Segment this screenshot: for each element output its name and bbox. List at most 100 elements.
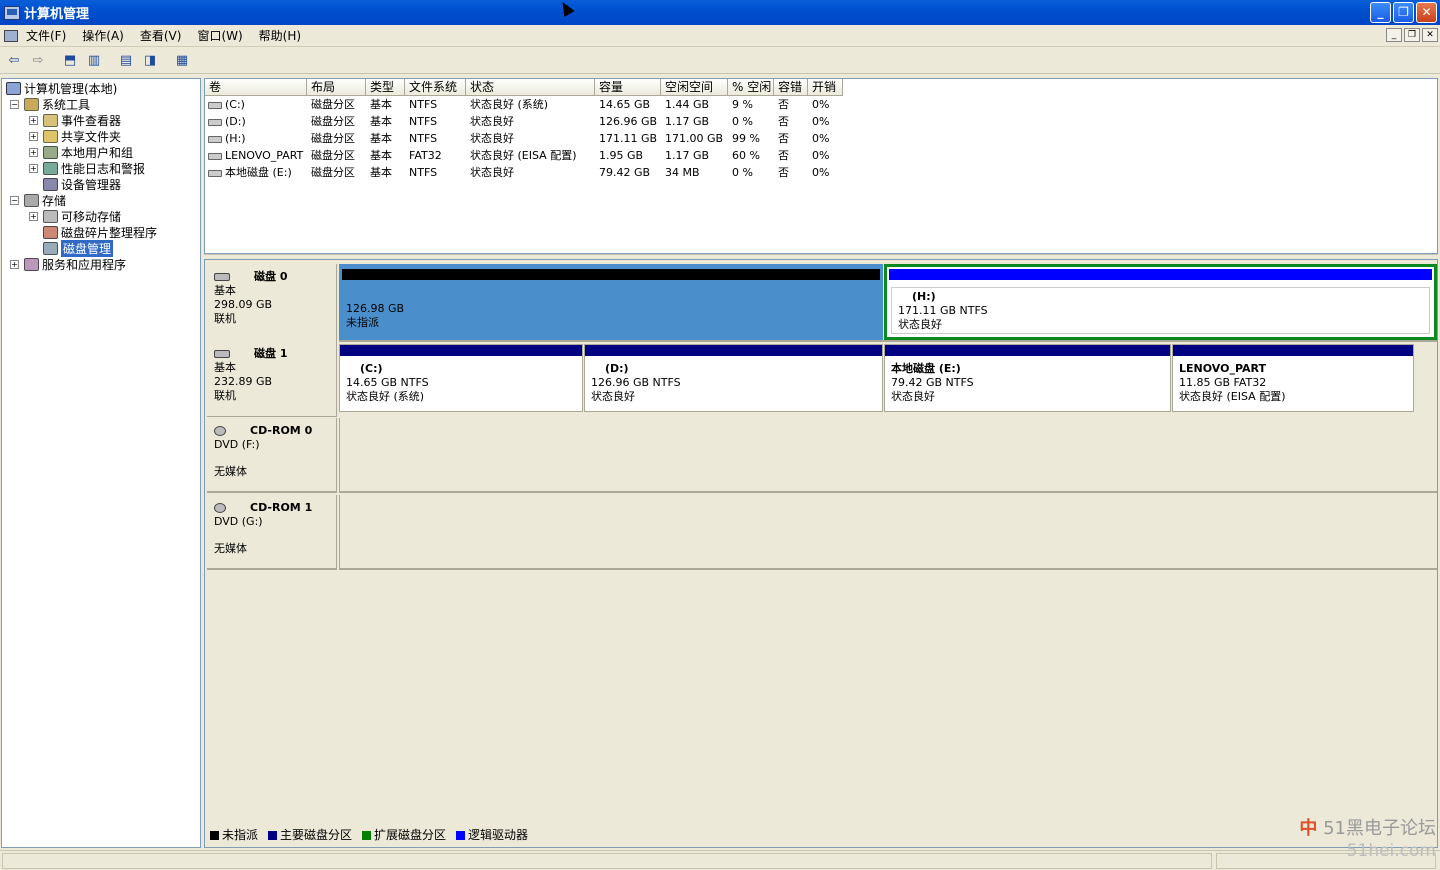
column-header-pct-free[interactable]: % 空闲	[728, 79, 774, 96]
cdrom0-label[interactable]: CD-ROM 0 DVD (F:) 无媒体	[207, 418, 337, 493]
volume-cell-status: 状态良好 (EISA 配置)	[466, 147, 595, 164]
volume-cell-pct: 9 %	[728, 96, 774, 113]
title-bar[interactable]: 计算机管理 _ ❐ ✕	[0, 0, 1440, 25]
tree-perf-logs[interactable]: 性能日志和警报	[43, 160, 145, 176]
collapse-system-tools-icon[interactable]: −	[10, 100, 19, 109]
back-arrow-icon[interactable]: ⇦	[4, 51, 24, 71]
collapse-storage-icon[interactable]: −	[10, 196, 19, 205]
tree-device-manager[interactable]: 设备管理器	[43, 176, 121, 192]
cdrom1-label[interactable]: CD-ROM 1 DVD (G:) 无媒体	[207, 495, 337, 570]
minimize-button[interactable]: _	[1370, 2, 1391, 23]
mdi-system-icon[interactable]	[4, 29, 18, 42]
tree-system-tools[interactable]: 系统工具	[24, 96, 90, 112]
volume-cell-type: 基本	[366, 147, 405, 164]
expand-removable-icon[interactable]: +	[29, 212, 38, 221]
tree-services-label: 服务和应用程序	[42, 257, 127, 272]
disk1-label[interactable]: 磁盘 1 基本 232.89 GB 联机	[207, 341, 337, 417]
legend-swatch	[456, 830, 466, 840]
partition-color-bar	[340, 345, 582, 356]
close-button[interactable]: ✕	[1416, 2, 1437, 23]
menu-window[interactable]: 窗口(W)	[197, 27, 242, 44]
column-header-fs[interactable]: 文件系统	[405, 79, 466, 96]
tree-local-users[interactable]: 本地用户和组	[43, 144, 133, 160]
volume-row[interactable]: (C:) 磁盘分区 基本 NTFS 状态良好 (系统) 14.65 GB 1.44 GB 9 …	[205, 96, 843, 113]
storage-icon	[24, 193, 39, 207]
tree-removable-storage[interactable]: 可移动存储	[43, 208, 121, 224]
expand-shared-folders-icon[interactable]: +	[29, 132, 38, 141]
tree-disk-management[interactable]: 磁盘管理	[43, 239, 114, 257]
volume-cell-text: 基本	[370, 98, 392, 111]
disk0-label[interactable]: 磁盘 0 基本 298.09 GB 联机	[207, 264, 337, 342]
pane-splitter[interactable]	[204, 254, 1438, 258]
disk0-unallocated[interactable]: 126.98 GB 未指派	[339, 264, 883, 340]
volume-cell-fs: NTFS	[405, 164, 466, 181]
console-tree: 计算机管理(本地) − 系统工具 + 事件查看器 + 共享文件夹 + 本地用户和…	[1, 78, 201, 848]
up-folder-icon[interactable]: ⬒	[60, 51, 80, 71]
volume-row[interactable]: (D:) 磁盘分区 基本 NTFS 状态良好 126.96 GB 1.17 GB 0 % 否 0%	[205, 113, 843, 130]
defrag-icon	[43, 225, 58, 239]
partition-color-bar	[1173, 345, 1413, 356]
properties-icon[interactable]: ▤	[116, 51, 136, 71]
tree-services[interactable]: 服务和应用程序	[24, 256, 126, 272]
volume-row[interactable]: LENOVO_PART 磁盘分区 基本 FAT32 状态良好 (EISA 配置) 1.95…	[205, 147, 843, 164]
column-header-capacity[interactable]: 容量	[595, 79, 661, 96]
menu-action[interactable]: 操作(A)	[82, 27, 124, 44]
volume-cell-layout: 磁盘分区	[307, 130, 366, 147]
disk1-partition-d[interactable]: (D:) 126.96 GB NTFS 状态良好	[584, 344, 883, 412]
menu-help[interactable]: 帮助(H)	[259, 27, 301, 44]
tree-defrag[interactable]: 磁盘碎片整理程序	[43, 224, 157, 240]
volume-cell-text: 状态良好	[470, 132, 514, 145]
expand-event-viewer-icon[interactable]: +	[29, 116, 38, 125]
column-header-layout[interactable]: 布局	[307, 79, 366, 96]
volume-cell-overhead: 0%	[808, 164, 843, 181]
mdi-restore-button[interactable]: ❐	[1404, 28, 1420, 42]
volume-cell-text: (D:)	[225, 115, 246, 128]
disk1-partition-e[interactable]: 本地磁盘 (E:) 79.42 GB NTFS 状态良好	[884, 344, 1171, 412]
expand-local-users-icon[interactable]: +	[29, 148, 38, 157]
mdi-close-button[interactable]: ✕	[1422, 28, 1438, 42]
volume-row[interactable]: (H:) 磁盘分区 基本 NTFS 状态良好 171.11 GB 171.00 GB 99 %…	[205, 130, 843, 147]
tree-event-viewer-label: 事件查看器	[61, 113, 122, 128]
disk0-name: 磁盘 0	[254, 270, 288, 283]
tree-system-tools-label: 系统工具	[42, 97, 91, 112]
tree-storage[interactable]: 存储	[24, 192, 66, 208]
volume-cell-text: 磁盘分区	[311, 166, 355, 179]
volume-cell-text: 1.44 GB	[665, 98, 710, 111]
menu-file[interactable]: 文件(F)	[26, 27, 66, 44]
mdi-minimize-button[interactable]: _	[1386, 28, 1402, 42]
menu-view[interactable]: 查看(V)	[140, 27, 182, 44]
column-header-overhead[interactable]: 开销	[808, 79, 843, 96]
show-hide-tree-icon[interactable]: ▥	[84, 51, 104, 71]
disk-drive-icon	[214, 273, 230, 281]
volume-cell-pct: 0 %	[728, 113, 774, 130]
volume-row[interactable]: 本地磁盘 (E:) 磁盘分区 基本 NTFS 状态良好 79.42 GB 34 MB 0 % 否…	[205, 164, 843, 181]
volume-cell-text: 99 %	[732, 132, 760, 145]
disk-management-icon	[43, 241, 58, 255]
cdrom1-area[interactable]	[339, 495, 1437, 570]
disk1-partition-lenovo[interactable]: LENOVO_PART 11.85 GB FAT32 状态良好 (EISA 配置…	[1172, 344, 1414, 412]
tree-shared-folders[interactable]: 共享文件夹	[43, 128, 121, 144]
restore-button[interactable]: ❐	[1393, 2, 1414, 23]
cdrom0-area[interactable]	[339, 418, 1437, 493]
column-header-volume[interactable]: 卷	[205, 79, 307, 96]
cdrom0-type: DVD (F:)	[214, 438, 260, 451]
column-header-type[interactable]: 类型	[366, 79, 405, 96]
expand-perf-logs-icon[interactable]: +	[29, 164, 38, 173]
volume-cell-text: 1.95 GB	[599, 149, 644, 162]
tree-root[interactable]: 计算机管理(本地)	[6, 80, 117, 96]
partition-e-text: 本地磁盘 (E:) 79.42 GB NTFS 状态良好	[891, 362, 974, 404]
column-header-status[interactable]: 状态	[466, 79, 595, 96]
disk0-partition-h[interactable]: (H:) 171.11 GB NTFS 状态良好	[884, 264, 1437, 340]
device-manager-icon	[43, 177, 58, 191]
export-list-icon[interactable]: ▦	[172, 51, 192, 71]
forward-arrow-icon[interactable]: ⇨	[28, 51, 48, 71]
column-header-fault-tolerance[interactable]: 容错	[774, 79, 808, 96]
volume-icon	[208, 169, 222, 177]
volume-cell-layout: 磁盘分区	[307, 164, 366, 181]
help-icon[interactable]: ◨	[140, 51, 160, 71]
tree-event-viewer[interactable]: 事件查看器	[43, 112, 121, 128]
column-header-free[interactable]: 空闲空间	[661, 79, 728, 96]
expand-services-icon[interactable]: +	[10, 260, 19, 269]
tree-device-manager-label: 设备管理器	[61, 177, 122, 192]
disk1-partition-c[interactable]: (C:) 14.65 GB NTFS 状态良好 (系统)	[339, 344, 583, 412]
